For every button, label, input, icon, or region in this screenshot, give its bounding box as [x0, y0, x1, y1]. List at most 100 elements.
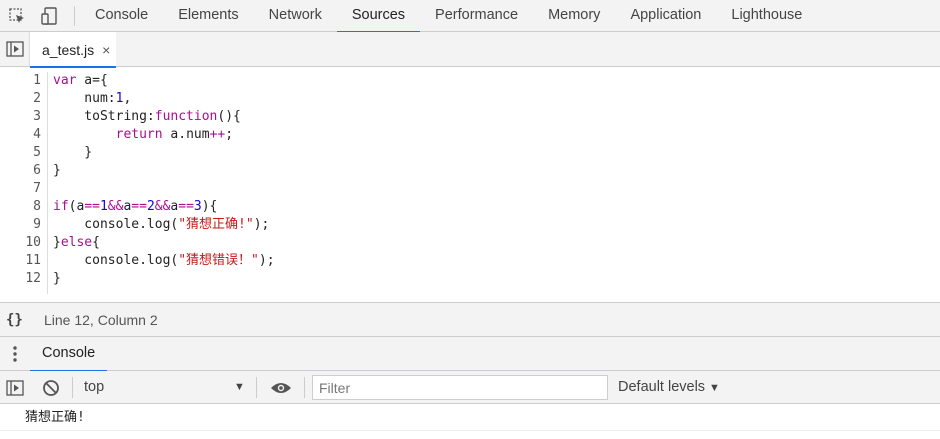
line-number[interactable]: 10: [0, 234, 47, 252]
code-token: &&: [107, 199, 124, 214]
code-token: if: [53, 199, 69, 214]
code-token: "猜想错误！": [178, 253, 259, 268]
code-token: a.num: [162, 127, 210, 142]
code-editor[interactable]: 1 2 3 4 5 6 7 8 9 10 11 12 var a={ num:1…: [0, 68, 940, 302]
line-number[interactable]: 2: [0, 90, 47, 108]
file-tab-label: a_test.js: [42, 41, 95, 58]
tab-memory[interactable]: Memory: [533, 0, 615, 32]
show-console-sidebar-button[interactable]: [0, 371, 30, 404]
line-number[interactable]: 6: [0, 162, 47, 180]
code-token: {: [92, 235, 100, 250]
drawer-tab-bar: Console: [0, 337, 940, 372]
code-line[interactable]: return a.num++;: [53, 126, 275, 144]
code-line[interactable]: toString:function(){: [53, 108, 275, 126]
code-line[interactable]: }: [53, 144, 275, 162]
code-token: }: [53, 271, 61, 286]
eye-icon: [271, 382, 291, 393]
tab-sources[interactable]: Sources: [336, 0, 421, 33]
log-levels-label: Default levels: [618, 379, 706, 395]
code-line[interactable]: }: [53, 270, 275, 288]
line-number[interactable]: 12: [0, 270, 47, 288]
tab-network[interactable]: Network: [254, 0, 337, 32]
tab-lighthouse[interactable]: Lighthouse: [716, 0, 817, 32]
line-number[interactable]: 11: [0, 252, 47, 270]
code-token: toString:: [53, 109, 155, 124]
code-token: 1: [99, 199, 108, 214]
devtools-main-toolbar: Console Elements Network Sources Perform…: [0, 0, 940, 33]
chevron-down-icon[interactable]: ▼: [234, 371, 245, 404]
code-line[interactable]: console.log("猜想正确!");: [53, 216, 275, 234]
code-token: var: [53, 73, 77, 88]
console-message: 猜想正确!: [0, 404, 940, 431]
code-line[interactable]: [53, 180, 275, 198]
toggle-navigator-button[interactable]: [0, 32, 30, 66]
sidebar-toggle-icon: [6, 379, 24, 396]
console-filter-input[interactable]: [312, 375, 608, 400]
code-line[interactable]: }else{: [53, 234, 275, 252]
code-line[interactable]: }: [53, 162, 275, 180]
code-token: num:: [53, 91, 116, 106]
code-token: ++: [209, 127, 226, 142]
toolbar-divider: [256, 377, 257, 398]
code-token: (){: [217, 109, 241, 124]
code-content[interactable]: var a={ num:1, toString:function(){ retu…: [53, 72, 275, 288]
code-line[interactable]: console.log("猜想错误！");: [53, 252, 275, 270]
clear-icon: [43, 379, 59, 396]
device-toolbar-icon[interactable]: [36, 0, 64, 32]
live-expression-button[interactable]: [266, 371, 296, 404]
line-number[interactable]: 5: [0, 144, 47, 162]
code-token: ){: [201, 199, 218, 214]
code-token: );: [258, 253, 275, 268]
code-line[interactable]: var a={: [53, 72, 275, 90]
editor-status-bar: {} Line 12, Column 2: [0, 302, 940, 337]
line-number[interactable]: 8: [0, 198, 47, 216]
code-token: (a: [68, 199, 85, 214]
line-number[interactable]: 3: [0, 108, 47, 126]
log-levels-dropdown[interactable]: Default levels ▼: [618, 371, 720, 404]
code-token: 2: [146, 199, 155, 214]
cursor-position: Line 12, Column 2: [44, 312, 158, 328]
toolbar-divider: [74, 6, 75, 26]
line-number[interactable]: 1: [0, 72, 47, 90]
drawer-tab-console[interactable]: Console: [30, 337, 108, 372]
clear-console-button[interactable]: [38, 371, 64, 404]
line-number[interactable]: 4: [0, 126, 47, 144]
toolbar-divider: [72, 377, 73, 398]
code-token: function: [154, 109, 218, 124]
file-tab-a-test-js[interactable]: a_test.js ×: [30, 32, 117, 68]
line-number[interactable]: 7: [0, 180, 47, 198]
context-selector[interactable]: top: [84, 371, 104, 404]
more-vertical-icon: [13, 346, 17, 362]
code-token: a={: [76, 73, 108, 88]
line-number-gutter: 1 2 3 4 5 6 7 8 9 10 11 12: [0, 72, 48, 294]
code-token: );: [253, 217, 270, 232]
tab-elements[interactable]: Elements: [163, 0, 253, 32]
toolbar-divider: [304, 377, 305, 398]
code-line[interactable]: if(a==1&&a==2&&a==3){: [53, 198, 275, 216]
tab-console[interactable]: Console: [80, 0, 163, 32]
code-token: ;: [225, 127, 234, 142]
panel-tabs: Console Elements Network Sources Perform…: [80, 0, 817, 33]
code-token: 3: [193, 199, 202, 214]
code-token: }: [53, 235, 61, 250]
code-token: ==: [131, 199, 147, 214]
tab-application[interactable]: Application: [615, 0, 716, 32]
chevron-down-icon: ▼: [709, 382, 720, 394]
code-token: console.log(: [53, 217, 179, 232]
line-number[interactable]: 9: [0, 216, 47, 234]
tab-performance[interactable]: Performance: [420, 0, 533, 32]
inspect-element-icon[interactable]: [4, 0, 30, 32]
code-line[interactable]: num:1,: [53, 90, 275, 108]
close-icon[interactable]: ×: [102, 42, 110, 58]
code-token: ==: [84, 199, 100, 214]
code-token: console.log(: [53, 253, 179, 268]
drawer-menu-button[interactable]: [0, 337, 30, 371]
pretty-print-button[interactable]: {}: [6, 303, 23, 337]
code-token: "猜想正确!": [178, 217, 254, 232]
code-token: }: [53, 145, 93, 160]
editor-tab-bar: a_test.js ×: [0, 32, 940, 68]
code-token: else: [60, 235, 93, 250]
code-token: &&: [154, 199, 171, 214]
